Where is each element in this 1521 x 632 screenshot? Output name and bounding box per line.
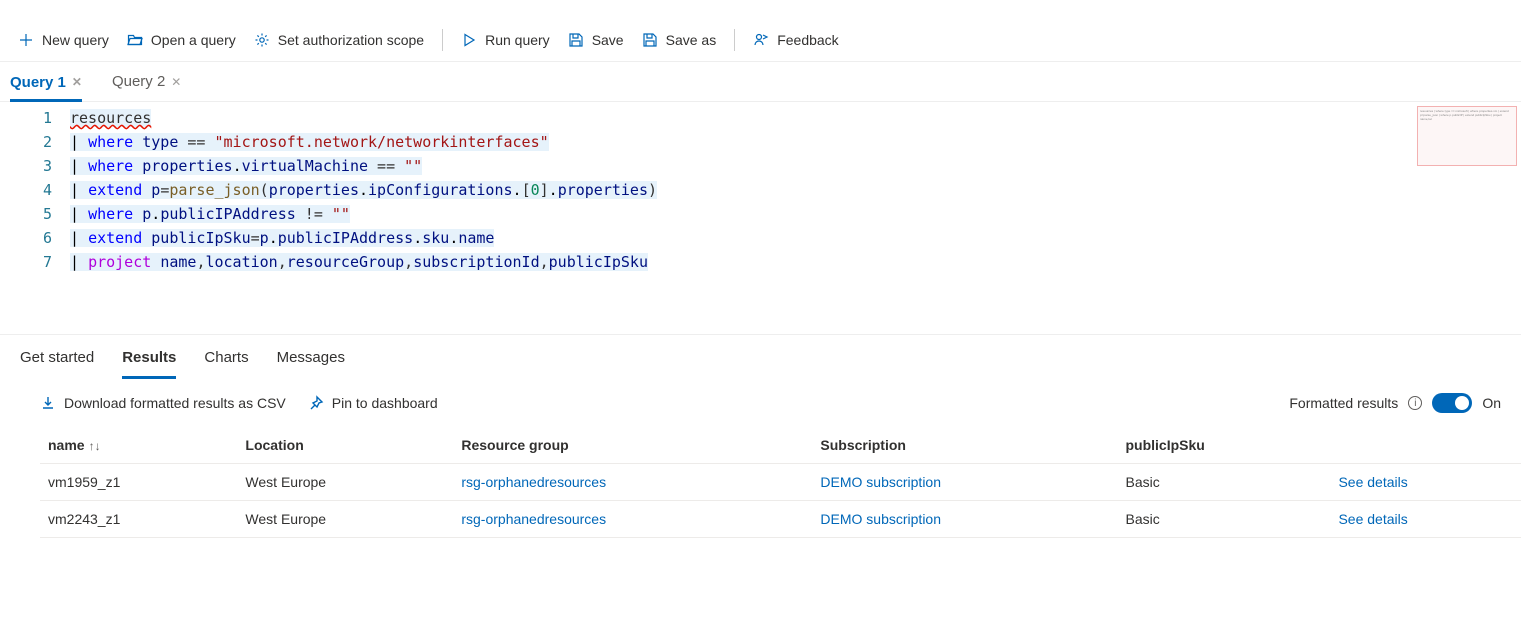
tab-results[interactable]: Results	[122, 349, 176, 379]
download-csv-label: Download formatted results as CSV	[64, 395, 286, 411]
line-gutter: 1 2 3 4 5 6 7	[0, 106, 70, 274]
separator-icon	[442, 29, 443, 51]
new-query-button[interactable]: New query	[18, 32, 109, 48]
feedback-label: Feedback	[777, 32, 838, 48]
download-icon	[40, 395, 56, 411]
col-public-ip-sku[interactable]: publicIpSku	[1118, 427, 1331, 464]
code-editor-panel: 1 2 3 4 5 6 7 resources | where type == …	[0, 102, 1521, 335]
col-name[interactable]: name↑↓	[40, 427, 237, 464]
minimap[interactable]: resources | where type == microsoft | wh…	[1417, 106, 1517, 166]
cell-subscription[interactable]: DEMO subscription	[812, 464, 1117, 501]
code-content[interactable]: resources | where type == "microsoft.net…	[70, 106, 657, 274]
save-as-label: Save as	[666, 32, 717, 48]
toggle-state-label: On	[1482, 395, 1501, 411]
folder-open-icon	[127, 32, 143, 48]
cell-location: West Europe	[237, 464, 453, 501]
gear-icon	[254, 32, 270, 48]
cell-details[interactable]: See details	[1330, 464, 1521, 501]
formatted-results-toggle[interactable]	[1432, 393, 1472, 413]
cell-name: vm2243_z1	[40, 501, 237, 538]
results-table: name↑↓ Location Resource group Subscript…	[40, 427, 1521, 538]
run-query-button[interactable]: Run query	[461, 32, 550, 48]
code-editor[interactable]: 1 2 3 4 5 6 7 resources | where type == …	[0, 102, 1521, 334]
col-resource-group[interactable]: Resource group	[453, 427, 812, 464]
close-icon[interactable]: ✕	[171, 75, 181, 89]
save-icon	[568, 32, 584, 48]
cell-resource-group[interactable]: rsg-orphanedresources	[453, 501, 812, 538]
sort-icon: ↑↓	[89, 439, 101, 453]
save-as-icon	[642, 32, 658, 48]
cell-name: vm1959_z1	[40, 464, 237, 501]
separator-icon	[734, 29, 735, 51]
tab-label: Query 2	[112, 73, 165, 90]
cell-subscription[interactable]: DEMO subscription	[812, 501, 1117, 538]
cell-details[interactable]: See details	[1330, 501, 1521, 538]
download-csv-button[interactable]: Download formatted results as CSV	[40, 395, 286, 411]
result-tabs: Get started Results Charts Messages	[0, 335, 1521, 379]
tab-messages[interactable]: Messages	[277, 349, 345, 379]
close-icon[interactable]: ✕	[72, 75, 82, 89]
pin-dashboard-button[interactable]: Pin to dashboard	[308, 395, 438, 411]
pin-icon	[308, 395, 324, 411]
table-header-row: name↑↓ Location Resource group Subscript…	[40, 427, 1521, 464]
save-button[interactable]: Save	[568, 32, 624, 48]
table-row: vm1959_z1 West Europe rsg-orphanedresour…	[40, 464, 1521, 501]
query-tabs: Query 1 ✕ Query 2 ✕	[0, 62, 1521, 102]
cell-sku: Basic	[1118, 464, 1331, 501]
save-as-button[interactable]: Save as	[642, 32, 717, 48]
col-details	[1330, 427, 1521, 464]
tab-query-2[interactable]: Query 2 ✕	[112, 62, 181, 102]
auth-scope-label: Set authorization scope	[278, 32, 424, 48]
new-query-label: New query	[42, 32, 109, 48]
tab-get-started[interactable]: Get started	[20, 349, 94, 379]
col-location[interactable]: Location	[237, 427, 453, 464]
tab-label: Query 1	[10, 74, 66, 91]
feedback-button[interactable]: Feedback	[753, 32, 838, 48]
open-query-button[interactable]: Open a query	[127, 32, 236, 48]
table-row: vm2243_z1 West Europe rsg-orphanedresour…	[40, 501, 1521, 538]
formatted-results-label: Formatted results	[1289, 395, 1398, 411]
open-query-label: Open a query	[151, 32, 236, 48]
run-query-label: Run query	[485, 32, 550, 48]
pin-dashboard-label: Pin to dashboard	[332, 395, 438, 411]
col-subscription[interactable]: Subscription	[812, 427, 1117, 464]
toolbar: New query Open a query Set authorization…	[0, 18, 1521, 62]
tab-query-1[interactable]: Query 1 ✕	[10, 62, 82, 102]
cell-resource-group[interactable]: rsg-orphanedresources	[453, 464, 812, 501]
play-icon	[461, 32, 477, 48]
cell-location: West Europe	[237, 501, 453, 538]
results-actions: Download formatted results as CSV Pin to…	[0, 379, 1521, 427]
plus-icon	[18, 32, 34, 48]
cell-sku: Basic	[1118, 501, 1331, 538]
info-icon[interactable]: i	[1408, 396, 1422, 410]
save-label: Save	[592, 32, 624, 48]
feedback-icon	[753, 32, 769, 48]
auth-scope-button[interactable]: Set authorization scope	[254, 32, 424, 48]
tab-charts[interactable]: Charts	[204, 349, 248, 379]
